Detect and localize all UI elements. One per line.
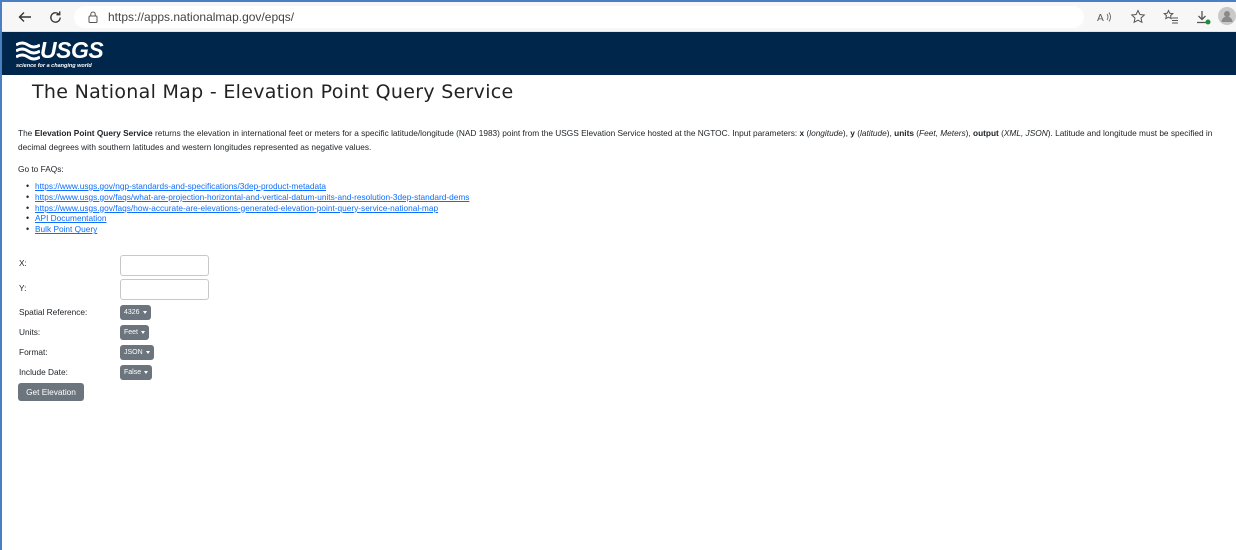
- browser-toolbar: https://apps.nationalmap.gov/epqs/ A: [2, 2, 1236, 32]
- read-aloud-icon[interactable]: A: [1094, 8, 1116, 26]
- usgs-header: USGS science for a changing world: [2, 32, 1236, 75]
- reload-icon[interactable]: [44, 6, 66, 28]
- page-title: The National Map - Elevation Point Query…: [32, 81, 514, 103]
- units-value: Feet: [124, 329, 139, 336]
- window-border-left: [0, 0, 2, 550]
- chevron-down-icon: [141, 331, 146, 334]
- x-label: X:: [19, 258, 27, 268]
- get-elevation-button[interactable]: Get Elevation: [18, 383, 84, 401]
- include-date-label: Include Date:: [19, 367, 68, 377]
- url-text: https://apps.nationalmap.gov/epqs/: [108, 10, 295, 24]
- faq-link-metadata[interactable]: https://www.usgs.gov/ngp-standards-and-s…: [35, 181, 326, 191]
- profile-avatar[interactable]: [1218, 7, 1236, 25]
- format-label: Format:: [19, 347, 48, 357]
- format-value: JSON: [124, 349, 143, 356]
- y-input[interactable]: [120, 279, 209, 300]
- units-label: Units:: [19, 327, 41, 337]
- favorites-icon[interactable]: [1160, 8, 1182, 26]
- spatial-reference-label: Spatial Reference:: [19, 307, 88, 317]
- bulk-point-query-link[interactable]: Bulk Point Query: [35, 224, 97, 234]
- usgs-tagline: science for a changing world: [16, 63, 92, 69]
- svg-text:A: A: [1097, 13, 1104, 23]
- list-item: https://www.usgs.gov/faqs/what-are-proje…: [26, 192, 469, 203]
- include-date-value: False: [124, 369, 142, 376]
- include-date-dropdown[interactable]: False: [120, 365, 153, 380]
- faq-label: Go to FAQs:: [18, 164, 64, 174]
- chevron-down-icon: [144, 371, 149, 374]
- faq-link-projection[interactable]: https://www.usgs.gov/faqs/what-are-proje…: [35, 192, 469, 202]
- x-input[interactable]: [120, 255, 209, 276]
- units-dropdown[interactable]: Feet: [120, 325, 150, 340]
- add-favorite-icon[interactable]: [1127, 8, 1149, 26]
- list-item: Bulk Point Query: [26, 224, 469, 235]
- chevron-down-icon: [142, 311, 147, 314]
- usgs-wordmark: USGS: [40, 37, 104, 63]
- list-item: https://www.usgs.gov/faqs/how-accurate-a…: [26, 203, 469, 214]
- list-item: API Documentation: [26, 213, 469, 224]
- chevron-down-icon: [145, 351, 150, 354]
- faq-link-list: https://www.usgs.gov/ngp-standards-and-s…: [26, 181, 469, 235]
- lock-icon[interactable]: [86, 10, 100, 24]
- spatial-reference-value: 4326: [124, 309, 140, 316]
- address-bar[interactable]: https://apps.nationalmap.gov/epqs/: [74, 6, 1084, 28]
- list-item: https://www.usgs.gov/ngp-standards-and-s…: [26, 181, 469, 192]
- y-label: Y:: [19, 283, 27, 293]
- format-dropdown[interactable]: JSON: [120, 345, 154, 360]
- back-icon[interactable]: [14, 6, 36, 28]
- api-documentation-link[interactable]: API Documentation: [35, 213, 106, 223]
- usgs-waves-icon: [16, 41, 40, 61]
- faq-link-accuracy[interactable]: https://www.usgs.gov/faqs/how-accurate-a…: [35, 203, 438, 213]
- spatial-reference-dropdown[interactable]: 4326: [120, 305, 151, 320]
- downloads-icon[interactable]: [1192, 8, 1214, 26]
- usgs-logo[interactable]: USGS science for a changing world: [16, 37, 116, 71]
- service-description: The Elevation Point Query Service return…: [18, 128, 1213, 152]
